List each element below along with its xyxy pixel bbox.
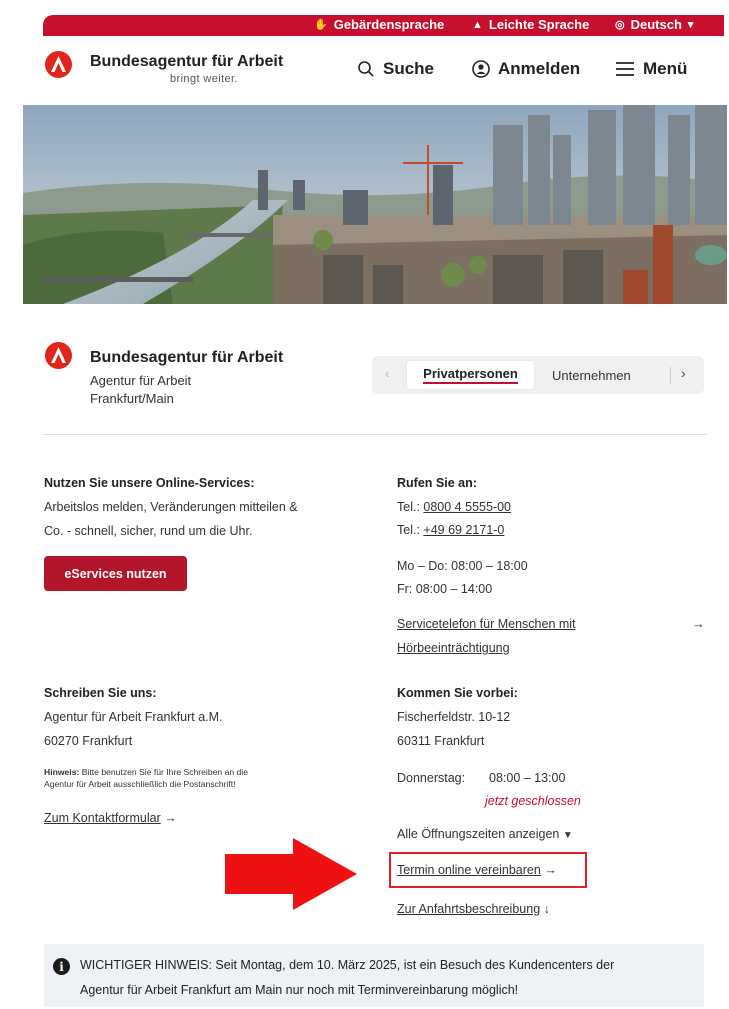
visit-street: Fischerfeldstr. 10-12 — [397, 710, 511, 724]
info-icon: i — [53, 958, 70, 975]
sign-language-link[interactable]: ✋ Gebärdensprache — [314, 17, 444, 32]
menu-button[interactable]: Menü — [615, 59, 687, 79]
ba-logo-icon[interactable] — [45, 51, 72, 78]
easy-language-link[interactable]: ▲ Leichte Sprache — [472, 17, 589, 32]
agency-title: Bundesagentur für Arbeit — [90, 349, 284, 366]
online-services-heading: Nutzen Sie unsere Online-Services: — [44, 476, 255, 490]
annotation-highlight-box — [389, 852, 587, 888]
write-hint-1: Hinweis: Bitte benutzen Sie für Ihre Sch… — [44, 767, 248, 777]
easy-language-icon: ▲ — [472, 18, 483, 31]
search-button[interactable]: Suche — [357, 59, 434, 79]
language-label: Deutsch — [630, 17, 682, 32]
audience-tabs: ‹ Privatpersonen Unternehmen › — [372, 356, 704, 394]
tab-separator — [670, 367, 671, 384]
visit-heading: Kommen Sie vorbei: — [397, 686, 518, 700]
tel-link-2[interactable]: +49 69 2171-0 — [423, 523, 504, 537]
directions-link[interactable]: Zur Anfahrtsbeschreibung ↓ — [397, 902, 550, 916]
search-icon — [358, 61, 374, 77]
call-hours-2: Fr: 08:00 – 14:00 — [397, 582, 493, 596]
visit-day: Donnerstag: — [397, 771, 466, 785]
contact-form-link[interactable]: Zum Kontaktformular → — [44, 811, 177, 825]
call-heading: Rufen Sie an: — [397, 476, 477, 490]
tel-prefix: Tel.: — [397, 500, 424, 514]
notice-text-2: Agentur für Arbeit Frankfurt am Main nur… — [80, 983, 519, 997]
brand-tagline: bringt weiter. — [170, 73, 238, 85]
agency-subtitle: Agentur für Arbeit — [90, 373, 192, 388]
write-hint-2: Agentur für Arbeit ausschließlich die Po… — [44, 779, 236, 789]
top-utility-bar: ✋ Gebärdensprache ▲ Leichte Sprache ◎ De… — [43, 15, 724, 36]
hint-label: Hinweis: — [44, 767, 80, 777]
tab-unternehmen[interactable]: Unternehmen — [552, 368, 631, 383]
contact-form-label: Zum Kontaktformular — [44, 811, 161, 825]
tab-privatpersonen-label: Privatpersonen — [423, 366, 518, 384]
arrow-right-icon[interactable]: → — [692, 616, 705, 631]
login-label: Anmelden — [498, 59, 581, 78]
visit-hours: 08:00 – 13:00 — [489, 771, 566, 785]
caret-down-icon: ▼ — [562, 830, 573, 841]
chevron-right-icon[interactable]: › — [681, 365, 686, 381]
call-hours-1: Mo – Do: 08:00 – 18:00 — [397, 559, 528, 573]
globe-icon: ◎ — [615, 19, 625, 31]
language-selector[interactable]: ◎ Deutsch ▾ — [615, 17, 693, 32]
hearing-service-link-1[interactable]: Servicetelefon für Menschen mit — [397, 617, 576, 631]
hero-image-frankfurt-skyline — [23, 105, 727, 304]
online-services-text-1: Arbeitslos melden, Veränderungen mitteil… — [44, 500, 298, 514]
sign-language-label: Gebärdensprache — [333, 17, 445, 32]
hearing-service-link-2[interactable]: Hörbeeinträchtigung — [397, 641, 510, 655]
login-button[interactable]: Anmelden — [472, 59, 580, 79]
search-label: Suche — [383, 59, 435, 78]
brand-name[interactable]: Bundesagentur für Arbeit — [90, 53, 283, 71]
caret-down-icon: ▾ — [687, 19, 694, 31]
write-address-1: Agentur für Arbeit Frankfurt a.M. — [44, 710, 223, 724]
menu-label: Menü — [643, 59, 688, 78]
tel-line-2: Tel.: +49 69 2171-0 — [397, 523, 504, 537]
write-heading: Schreiben Sie uns: — [44, 686, 157, 700]
agency-location: Frankfurt/Main — [90, 391, 174, 406]
status-closed: jetzt geschlossen — [485, 794, 581, 808]
visit-city: 60311 Frankfurt — [397, 734, 485, 748]
arrow-down-icon: ↓ — [543, 902, 550, 916]
all-hours-toggle[interactable]: Alle Öffnungszeiten anzeigen ▼ — [397, 827, 573, 841]
arrow-right-icon: → — [164, 811, 177, 825]
write-address-2: 60270 Frankfurt — [44, 734, 133, 748]
all-hours-label: Alle Öffnungszeiten anzeigen — [397, 827, 560, 841]
chevron-left-icon[interactable]: ‹ — [385, 365, 390, 381]
notice-text-1: WICHTIGER HINWEIS: Seit Montag, dem 10. … — [80, 958, 615, 972]
tel-prefix: Tel.: — [397, 523, 424, 537]
important-notice: i WICHTIGER HINWEIS: Seit Montag, dem 10… — [44, 944, 704, 1007]
tel-line-1: Tel.: 0800 4 5555-00 — [397, 500, 511, 514]
agency-logo-icon — [45, 342, 72, 369]
eservices-button[interactable]: eServices nutzen — [44, 556, 187, 591]
annotation-arrow-icon — [225, 838, 357, 910]
directions-label: Zur Anfahrtsbeschreibung — [397, 902, 541, 916]
online-services-text-2: Co. - schnell, sicher, rund um die Uhr. — [44, 524, 253, 538]
hand-icon: ✋ — [314, 19, 328, 31]
hamburger-menu-icon — [616, 62, 634, 76]
tel-link-1[interactable]: 0800 4 5555-00 — [423, 500, 511, 514]
section-divider — [43, 434, 707, 435]
user-icon — [472, 60, 490, 78]
hint-text-1: Bitte benutzen Sie für Ihre Schreiben an… — [79, 767, 248, 777]
tab-privatpersonen[interactable]: Privatpersonen — [407, 361, 534, 389]
easy-language-label: Leichte Sprache — [488, 17, 590, 32]
